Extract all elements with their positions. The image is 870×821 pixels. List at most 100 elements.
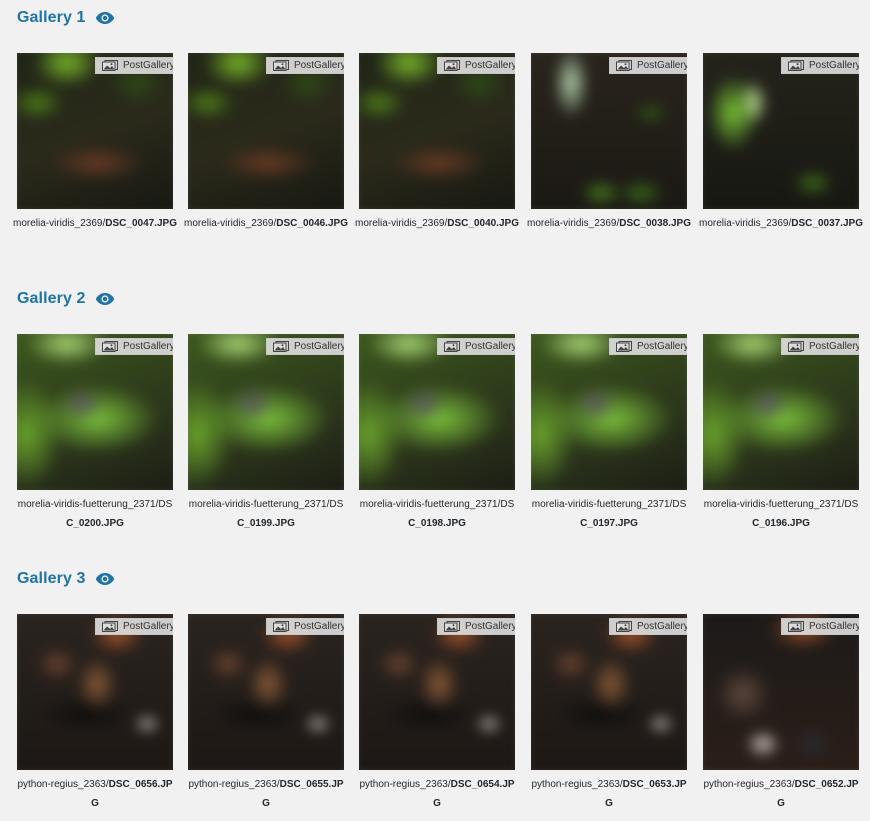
caption-filename: DSC_0037.JPG xyxy=(791,218,863,229)
caption-filename: DSC_0653.JP xyxy=(622,779,687,790)
image-thumbnail[interactable]: PostGallery xyxy=(17,334,173,490)
image-thumbnail[interactable]: PostGallery xyxy=(703,53,859,209)
caption-path: morelia-viridis-fuetterung_2371/DS xyxy=(17,499,173,510)
caption-path: morelia-viridis-fuetterung_2371/DS xyxy=(359,499,515,510)
thumbnail-image xyxy=(17,614,173,770)
images-icon xyxy=(616,621,632,632)
gallery-title: Gallery 3 xyxy=(17,568,115,590)
caption-filename-cont: G xyxy=(433,798,441,809)
badge-label: PostGallery xyxy=(637,621,687,632)
image-thumbnail[interactable]: PostGallery xyxy=(703,614,859,770)
image-caption: morelia-viridis_2369/DSC_0037.JPG xyxy=(697,214,865,233)
postgallery-badge: PostGallery xyxy=(95,57,173,74)
caption-path: morelia-viridis_2369/ xyxy=(527,218,620,229)
image-thumbnail[interactable]: PostGallery xyxy=(703,334,859,490)
caption-filename-cont: G xyxy=(605,798,613,809)
image-thumbnail[interactable]: PostGallery xyxy=(17,53,173,209)
caption-filename: C_0196.JPG xyxy=(752,518,810,529)
postgallery-badge: PostGallery xyxy=(95,338,173,355)
images-icon xyxy=(273,60,289,71)
gallery-title: Gallery 2 xyxy=(17,288,115,310)
images-icon xyxy=(616,341,632,352)
image-caption: morelia-viridis-fuetterung_2371/DS C_0200… xyxy=(11,495,179,533)
postgallery-badge: PostGallery xyxy=(781,618,859,635)
images-icon xyxy=(102,621,118,632)
image-thumbnail[interactable]: PostGallery xyxy=(359,53,515,209)
caption-path: morelia-viridis_2369/ xyxy=(699,218,792,229)
postgallery-badge: PostGallery xyxy=(781,338,859,355)
caption-path: morelia-viridis-fuetterung_2371/DS xyxy=(703,499,859,510)
thumbnail-image xyxy=(188,334,344,490)
gallery-items: PostGallery python-regius_2363/DSC_0656.J… xyxy=(17,614,870,814)
badge-label: PostGallery xyxy=(465,60,515,71)
caption-path: morelia-viridis_2369/ xyxy=(13,218,106,229)
thumbnail-image xyxy=(531,614,687,770)
gallery-items: PostGallery morelia-viridis_2369/DSC_0047… xyxy=(13,53,870,253)
caption-filename: DSC_0652.JP xyxy=(794,779,859,790)
postgallery-badge: PostGallery xyxy=(266,338,344,355)
postgallery-badge: PostGallery xyxy=(266,57,344,74)
image-caption: python-regius_2363/DSC_0653.JP G xyxy=(525,775,693,813)
thumbnail-image xyxy=(703,53,859,209)
image-thumbnail[interactable]: PostGallery xyxy=(17,614,173,770)
image-caption: morelia-viridis-fuetterung_2371/DS C_0199… xyxy=(182,495,350,533)
image-caption: python-regius_2363/DSC_0655.JP G xyxy=(182,775,350,813)
eye-icon[interactable] xyxy=(95,11,115,25)
gallery-title-text: Gallery 2 xyxy=(17,290,86,307)
thumbnail-image xyxy=(531,334,687,490)
eye-icon[interactable] xyxy=(95,292,115,306)
caption-path: python-regius_2363/ xyxy=(17,779,109,790)
caption-path: morelia-viridis-fuetterung_2371/DS xyxy=(531,499,687,510)
badge-label: PostGallery xyxy=(294,341,344,352)
image-thumbnail[interactable]: PostGallery xyxy=(359,614,515,770)
images-icon xyxy=(273,341,289,352)
badge-label: PostGallery xyxy=(637,60,687,71)
image-thumbnail[interactable]: PostGallery xyxy=(359,334,515,490)
thumbnail-image xyxy=(17,334,173,490)
badge-label: PostGallery xyxy=(294,60,344,71)
caption-filename: C_0198.JPG xyxy=(408,518,466,529)
image-caption: python-regius_2363/DSC_0654.JP G xyxy=(353,775,521,813)
gallery-title: Gallery 1 xyxy=(17,7,115,29)
image-caption: python-regius_2363/DSC_0656.JP G xyxy=(11,775,179,813)
thumbnail-image xyxy=(359,614,515,770)
image-caption: morelia-viridis_2369/DSC_0040.JPG xyxy=(353,214,521,233)
images-icon xyxy=(788,341,804,352)
thumbnail-image xyxy=(531,53,687,209)
postgallery-badge: PostGallery xyxy=(609,338,687,355)
thumbnail-image xyxy=(188,53,344,209)
caption-path: python-regius_2363/ xyxy=(531,779,623,790)
postgallery-badge: PostGallery xyxy=(266,618,344,635)
caption-filename-cont: G xyxy=(262,798,270,809)
image-thumbnail[interactable]: PostGallery xyxy=(531,53,687,209)
postgallery-badge: PostGallery xyxy=(609,618,687,635)
images-icon xyxy=(788,60,804,71)
eye-icon[interactable] xyxy=(95,572,115,586)
badge-label: PostGallery xyxy=(809,341,859,352)
caption-filename: DSC_0038.JPG xyxy=(619,218,691,229)
images-icon xyxy=(616,60,632,71)
images-icon xyxy=(444,621,460,632)
caption-filename: C_0200.JPG xyxy=(66,518,124,529)
postgallery-badge: PostGallery xyxy=(781,57,859,74)
image-thumbnail[interactable]: PostGallery xyxy=(188,614,344,770)
caption-filename-cont: G xyxy=(777,798,785,809)
caption-filename: C_0197.JPG xyxy=(580,518,638,529)
image-thumbnail[interactable]: PostGallery xyxy=(188,334,344,490)
image-caption: morelia-viridis-fuetterung_2371/DS C_0196… xyxy=(697,495,865,533)
caption-path: morelia-viridis-fuetterung_2371/DS xyxy=(188,499,344,510)
badge-label: PostGallery xyxy=(123,621,173,632)
images-icon xyxy=(788,621,804,632)
badge-label: PostGallery xyxy=(294,621,344,632)
thumbnail-image xyxy=(703,614,859,770)
thumbnail-image xyxy=(703,334,859,490)
image-caption: python-regius_2363/DSC_0652.JP G xyxy=(697,775,865,813)
caption-filename: DSC_0040.JPG xyxy=(447,218,519,229)
postgallery-badge: PostGallery xyxy=(437,57,515,74)
image-thumbnail[interactable]: PostGallery xyxy=(188,53,344,209)
image-caption: morelia-viridis_2369/DSC_0038.JPG xyxy=(525,214,693,233)
image-thumbnail[interactable]: PostGallery xyxy=(531,334,687,490)
caption-path: morelia-viridis_2369/ xyxy=(184,218,277,229)
image-thumbnail[interactable]: PostGallery xyxy=(531,614,687,770)
caption-filename: C_0199.JPG xyxy=(237,518,295,529)
